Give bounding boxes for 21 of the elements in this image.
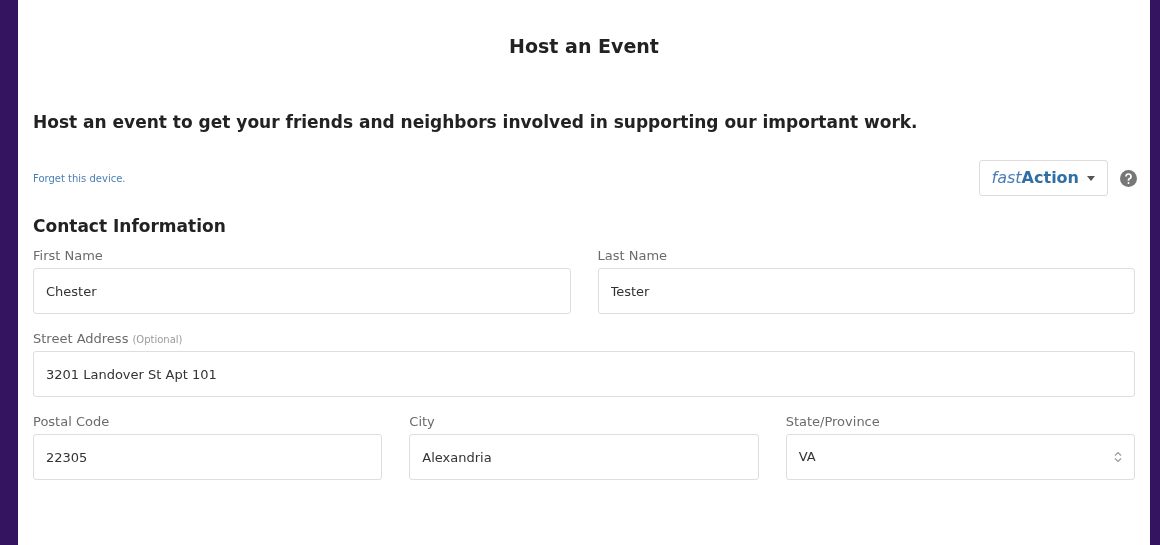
page-title: Host an Event (509, 34, 659, 59)
forget-device-link[interactable]: Forget this device. (33, 170, 126, 186)
text-field[interactable]: Chester (33, 268, 571, 314)
state-select[interactable]: VA (785, 434, 1135, 480)
text-field[interactable]: 3201 Landover St Apt 101 (33, 351, 1135, 397)
caret-down-icon (1087, 175, 1095, 181)
fast-action-dropdown[interactable]: fastAction (978, 160, 1108, 196)
field-label: First Name (33, 247, 103, 265)
optional-note: (Optional) (132, 333, 183, 347)
section-heading: Contact Information (33, 215, 227, 238)
up-down-chevron-icon (1114, 451, 1122, 463)
intro-heading: Host an event to get your friends and neighbors involved in supporting our important work. (33, 111, 919, 134)
text-field[interactable]: 22305 (33, 434, 383, 480)
field-label: Postal Code (33, 413, 110, 431)
field-label: Last Name (597, 247, 668, 265)
field-label: State/Province (785, 413, 880, 431)
text-field[interactable]: Tester (597, 268, 1135, 314)
help-icon[interactable] (1120, 169, 1137, 187)
field-label: Street Address (33, 330, 129, 348)
field-label: City (409, 413, 435, 431)
text-field[interactable]: Alexandria (409, 434, 759, 480)
